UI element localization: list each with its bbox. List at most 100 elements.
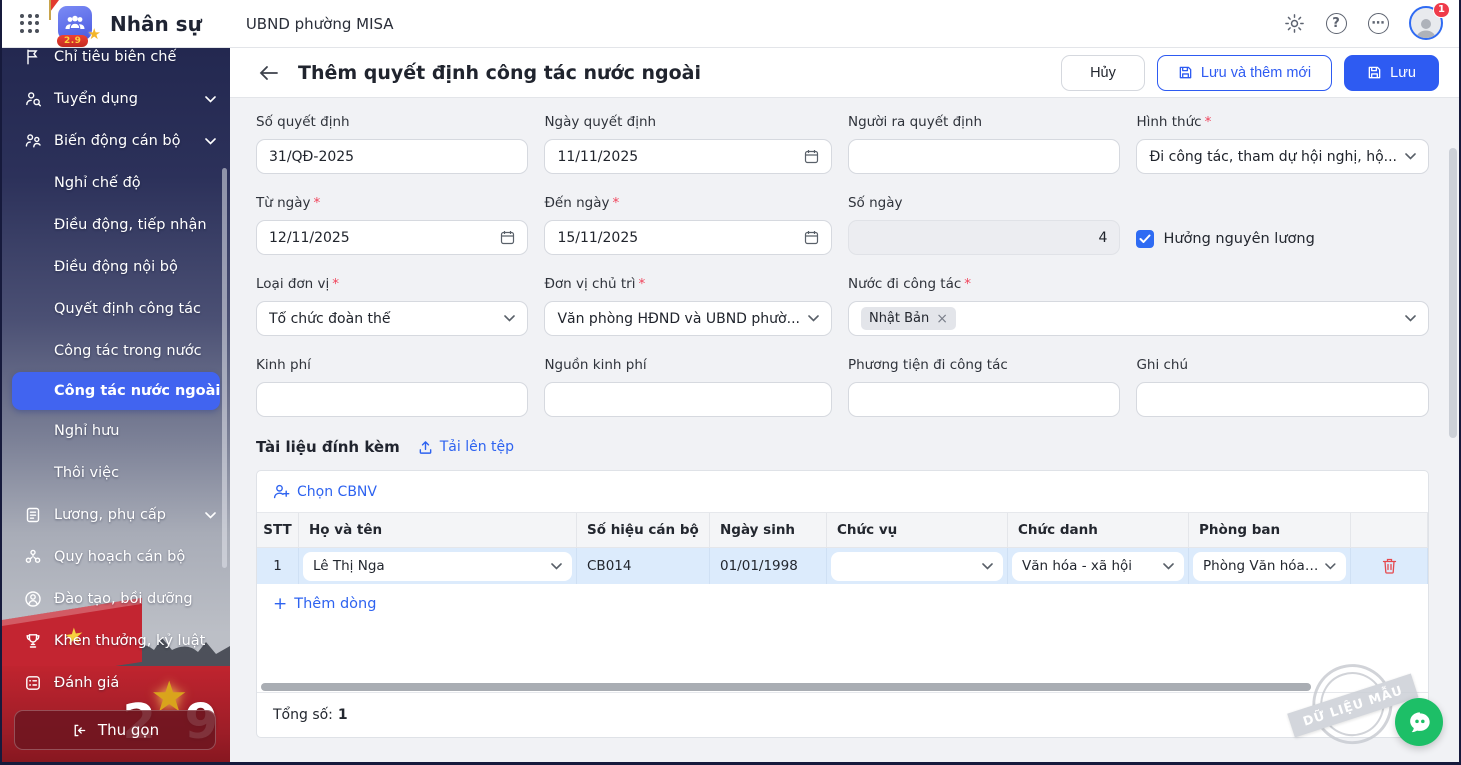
settings-gear-icon[interactable] xyxy=(1279,9,1309,39)
sidebar-item-khen-thuong-ky-luat[interactable]: Khen thưởng, kỷ luật xyxy=(2,620,230,662)
cell-stt: 1 xyxy=(257,548,299,584)
training-icon xyxy=(24,590,42,608)
page-header: Thêm quyết định công tác nước ngoài Hủy … xyxy=(230,48,1459,98)
sidebar-item-luong-phu-cap[interactable]: Lương, phụ cấp xyxy=(2,494,230,536)
field-don-vi-chu-tri: Đơn vị chủ trì* Văn phòng HĐND và UBND p… xyxy=(544,276,832,336)
field-label: Từ ngày xyxy=(256,195,310,211)
sidebar-item-cong-tac-trong-nuoc[interactable]: Công tác trong nước xyxy=(2,330,230,372)
chevron-down-icon xyxy=(1405,315,1416,322)
save-and-new-button[interactable]: Lưu và thêm mới xyxy=(1157,55,1332,91)
cancel-button[interactable]: Hủy xyxy=(1061,55,1145,91)
save-button[interactable]: Lưu xyxy=(1344,55,1439,91)
star-decor-icon: ★ xyxy=(88,27,101,42)
chatbot-button[interactable] xyxy=(1395,698,1443,746)
sidebar-item-nghi-che-do[interactable]: Nghỉ chế độ xyxy=(2,162,230,204)
sidebar-item-dieu-dong-noi-bo[interactable]: Điều động nội bộ xyxy=(2,246,230,288)
chevron-down-icon xyxy=(1163,563,1174,570)
plus-icon: + xyxy=(273,596,287,613)
app-grid-icon[interactable] xyxy=(20,14,40,34)
column-header-actions xyxy=(1351,513,1428,548)
sidebar-scrollbar[interactable] xyxy=(222,168,227,568)
calendar-icon[interactable] xyxy=(804,230,819,245)
field-hinh-thuc: Hình thức* Đi công tác, tham dự hội nghị… xyxy=(1136,114,1429,174)
select-cbnv-link[interactable]: Chọn CBNV xyxy=(273,484,377,500)
calendar-icon[interactable] xyxy=(500,230,515,245)
nguoi-ra-quyet-dinh-input[interactable] xyxy=(861,149,1107,165)
loai-don-vi-select[interactable]: Tổ chức đoàn thể xyxy=(256,301,528,336)
chevron-down-icon xyxy=(504,315,515,322)
more-options-icon[interactable]: ⋯ xyxy=(1363,9,1393,39)
hinh-thuc-select[interactable]: Đi công tác, tham dự hội nghị, hộ... xyxy=(1136,139,1429,174)
sidebar-item-tuyen-dung[interactable]: Tuyển dụng xyxy=(2,78,230,120)
ghi-chu-input[interactable] xyxy=(1149,392,1416,408)
tu-ngay-input[interactable] xyxy=(269,230,492,246)
field-label: Ngày quyết định xyxy=(544,114,832,130)
kinh-phi-input[interactable] xyxy=(269,392,515,408)
field-ghi-chu: Ghi chú xyxy=(1136,357,1429,417)
so-quyet-dinh-input[interactable] xyxy=(269,149,515,165)
upload-file-link[interactable]: Tải lên tệp xyxy=(418,439,514,455)
page-title: Thêm quyết định công tác nước ngoài xyxy=(298,62,701,84)
chevron-down-icon xyxy=(808,315,819,322)
help-icon[interactable]: ? xyxy=(1321,9,1351,39)
main-content: Thêm quyết định công tác nước ngoài Hủy … xyxy=(230,48,1459,762)
huong-nguyen-luong-checkbox[interactable] xyxy=(1136,230,1154,248)
person-plus-icon xyxy=(273,484,290,499)
collapse-sidebar-button[interactable]: Thu gọn xyxy=(14,710,216,750)
phuong-tien-input[interactable] xyxy=(861,392,1107,408)
checkbox-label: Hưởng nguyên lương xyxy=(1163,231,1314,247)
save-icon xyxy=(1367,65,1382,80)
sidebar-item-dao-tao-boi-duong[interactable]: Đào tạo, bồi dưỡng xyxy=(2,578,230,620)
main-vertical-scrollbar[interactable] xyxy=(1449,148,1457,438)
chat-bubble-icon xyxy=(1406,709,1433,736)
ngay-quyet-dinh-input[interactable] xyxy=(557,149,796,165)
delete-row-button[interactable] xyxy=(1355,558,1423,574)
sidebar-item-dieu-dong-tiep-nhan[interactable]: Điều động, tiếp nhận xyxy=(2,204,230,246)
row-department-select[interactable]: Phòng Văn hóa ... xyxy=(1193,552,1346,581)
row-position-select[interactable] xyxy=(831,552,1003,581)
column-header-ho-va-ten: Họ và tên xyxy=(299,513,577,548)
row-title-select[interactable]: Văn hóa - xã hội xyxy=(1012,552,1184,581)
cell-code: CB014 xyxy=(577,548,710,584)
sidebar-item-quyet-dinh-cong-tac[interactable]: Quyết định công tác xyxy=(2,288,230,330)
sidebar-item-chi-tieu-bien-che[interactable]: Chỉ tiêu biên chế xyxy=(2,48,230,78)
nuoc-di-cong-tac-multiselect[interactable]: Nhật Bản × xyxy=(848,301,1429,336)
column-header-so-hieu-can-bo: Số hiệu cán bộ xyxy=(577,513,710,548)
sidebar-item-nghi-huu[interactable]: Nghỉ hưu xyxy=(2,410,230,452)
sidebar-item-bien-dong-can-bo[interactable]: Biến động cán bộ xyxy=(2,120,230,162)
don-vi-chu-tri-select[interactable]: Văn phòng HĐND và UBND phườ... xyxy=(544,301,832,336)
flag-decor-icon xyxy=(50,0,59,12)
field-label: Loại đơn vị xyxy=(256,276,329,292)
den-ngay-input[interactable] xyxy=(557,230,796,246)
horizontal-scrollbar-thumb[interactable] xyxy=(261,683,1311,691)
sidebar-item-cong-tac-nuoc-ngoai-active[interactable]: Công tác nước ngoài xyxy=(12,372,220,410)
field-kinh-phi: Kinh phí xyxy=(256,357,528,417)
planning-icon xyxy=(24,548,42,566)
add-row-link[interactable]: + Thêm dòng xyxy=(273,596,376,613)
check-icon xyxy=(1139,234,1151,244)
row-name-select[interactable]: Lê Thị Nga xyxy=(303,552,572,581)
chevron-down-icon xyxy=(205,512,216,519)
save-icon xyxy=(1178,65,1193,80)
nguon-kinh-phi-input[interactable] xyxy=(557,392,819,408)
chevron-down-icon xyxy=(982,563,993,570)
sidebar-item-quy-hoach-can-bo[interactable]: Quy hoạch cán bộ xyxy=(2,536,230,578)
collapse-icon xyxy=(71,722,88,739)
field-label: Ghi chú xyxy=(1136,357,1429,373)
so-ngay-readonly: 4 xyxy=(848,220,1120,255)
chevron-down-icon xyxy=(1405,153,1416,160)
table-row: 1 Lê Thị Nga CB014 01/01/1998 xyxy=(257,548,1428,584)
flag-icon xyxy=(24,48,42,66)
user-avatar[interactable]: 1 xyxy=(1409,6,1445,42)
field-loai-don-vi: Loại đơn vị* Tổ chức đoàn thể xyxy=(256,276,528,336)
field-label: Số ngày xyxy=(848,195,1120,211)
person-search-icon xyxy=(24,90,42,108)
sidebar-item-thoi-viec[interactable]: Thôi việc xyxy=(2,452,230,494)
calendar-icon[interactable] xyxy=(804,149,819,164)
sidebar: Chỉ tiêu biên chế Tuyển dụng Biến động c… xyxy=(2,48,230,762)
back-button[interactable] xyxy=(256,60,282,86)
remove-tag-icon[interactable]: × xyxy=(936,312,948,326)
app-logo[interactable]: ★ 2.9 xyxy=(54,4,98,44)
sidebar-item-danh-gia[interactable]: Đánh giá xyxy=(2,662,230,704)
required-mark: * xyxy=(612,195,619,211)
